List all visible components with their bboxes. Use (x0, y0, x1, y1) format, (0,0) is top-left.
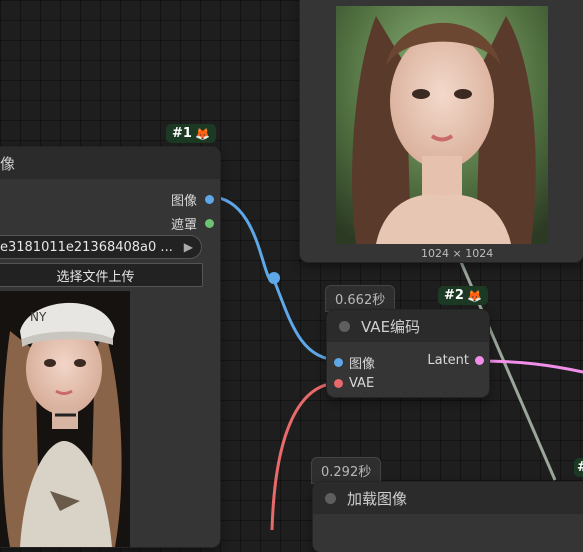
vae-encode-node[interactable]: VAE编码 图像 VAE Latent (327, 310, 489, 397)
image-size-caption: 1024 × 1024 (421, 247, 494, 260)
node-collapse-dot[interactable] (325, 492, 336, 504)
fox-icon: 🦊 (194, 126, 210, 141)
node-id-badge-2: #2 🦊 (438, 286, 488, 305)
node-title-bar[interactable]: VAE编码 (327, 310, 489, 342)
load-image-node-2[interactable]: 加载图像 (313, 482, 583, 552)
load-image-node-1[interactable]: 像 图像 遮罩 e3181011e21368408a0 ... ▶ 选择文件上传 (0, 147, 220, 547)
loaded-image-preview: NY (0, 291, 130, 547)
output-mask-slot[interactable]: 遮罩 (171, 214, 214, 233)
output-label-latent: Latent (427, 353, 469, 368)
image-select-combo[interactable]: e3181011e21368408a0 ... ▶ (0, 235, 202, 259)
node-id-badge-1: #1 🦊 (166, 124, 216, 143)
output-label-image: 图像 (170, 194, 197, 209)
node-title: VAE编码 (361, 317, 421, 336)
svg-text:NY: NY (30, 310, 47, 324)
output-dot-latent[interactable] (475, 356, 484, 365)
node-title-bar[interactable]: 加载图像 (313, 482, 583, 514)
input-label-image: 图像 (349, 357, 376, 372)
input-label-vae: VAE (349, 376, 375, 391)
input-vae-slot[interactable]: VAE (334, 376, 374, 391)
link-latent (479, 359, 583, 374)
output-image-slot[interactable]: 图像 (171, 190, 214, 209)
output-label-mask: 遮罩 (170, 218, 197, 233)
input-image-slot[interactable]: 图像 (334, 353, 375, 372)
node-timing-2: 0.662秒 (326, 286, 395, 311)
node-id-badge-3: # (574, 458, 583, 477)
graph-canvas[interactable]: 1024 × 1024 #1 🦊 像 图像 遮罩 e3181011e2136840… (0, 0, 583, 552)
input-dot-image[interactable] (334, 358, 343, 367)
node-title: 像 (0, 154, 16, 173)
image-select-value: e3181011e21368408a0 ... (0, 239, 173, 255)
upload-file-button[interactable]: 选择文件上传 (0, 263, 203, 287)
input-dot-vae[interactable] (334, 379, 343, 388)
preview-image (336, 6, 548, 244)
output-latent-slot[interactable]: Latent (427, 353, 484, 368)
node-collapse-dot[interactable] (339, 320, 350, 332)
output-dot-mask[interactable] (205, 219, 214, 228)
combo-arrow-icon[interactable]: ▶ (184, 240, 193, 254)
node-title: 加载图像 (347, 489, 408, 508)
node-timing-3: 0.292秒 (312, 458, 381, 483)
link-midpoint-handle (268, 272, 280, 284)
fox-icon: 🦊 (466, 288, 482, 303)
node-title-bar[interactable]: 像 (0, 147, 220, 179)
preview-image-node[interactable]: 1024 × 1024 (300, 0, 583, 262)
output-dot-image[interactable] (205, 195, 214, 204)
